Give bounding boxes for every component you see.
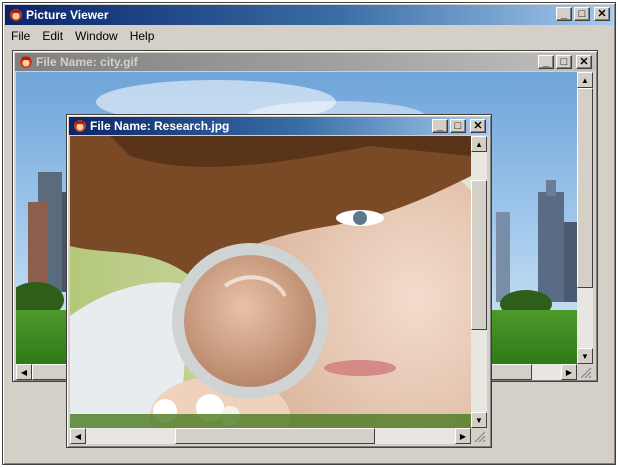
minimize-icon: _	[542, 55, 550, 68]
menu-help[interactable]: Help	[124, 27, 161, 45]
menu-window[interactable]: Window	[69, 27, 124, 45]
research-minimize-button[interactable]: _	[432, 119, 448, 133]
research-close-button[interactable]: ✕	[470, 119, 486, 133]
research-window-icon[interactable]	[73, 119, 87, 133]
city-resize-grip[interactable]	[577, 364, 593, 380]
research-horizontal-thumb[interactable]	[175, 428, 375, 444]
picture-viewer-app-window: Picture Viewer _ □ ✕ File Edit Window He…	[2, 2, 616, 465]
city-scroll-right-button[interactable]: ▶	[561, 364, 577, 380]
app-maximize-button[interactable]: □	[574, 7, 590, 21]
maximize-icon: □	[454, 119, 462, 132]
city-scroll-left-button[interactable]: ◀	[16, 364, 32, 380]
research-scroll-right-button[interactable]: ▶	[455, 428, 471, 444]
city-window-icon[interactable]	[19, 55, 33, 69]
city-minimize-button[interactable]: _	[538, 55, 554, 69]
research-maximize-button[interactable]: □	[450, 119, 466, 133]
app-titlebar[interactable]: Picture Viewer _ □ ✕	[5, 5, 613, 25]
maximize-icon: □	[578, 7, 586, 20]
close-icon: ✕	[579, 55, 589, 68]
research-image	[70, 136, 471, 428]
research-window-title: File Name: Research.jpg	[90, 119, 230, 133]
close-icon: ✕	[473, 119, 483, 132]
city-titlebar[interactable]: File Name: city.gif _ □ ✕	[15, 53, 595, 71]
research-horizontal-scrollbar[interactable]: ◀ ▶	[70, 428, 471, 444]
minimize-icon: _	[560, 7, 568, 20]
research-resize-grip[interactable]	[471, 428, 487, 444]
research-scroll-left-button[interactable]: ◀	[70, 428, 86, 444]
research-scroll-up-button[interactable]: ▲	[471, 136, 487, 152]
app-icon[interactable]	[9, 8, 23, 22]
close-icon: ✕	[597, 7, 607, 20]
city-vertical-thumb[interactable]	[577, 88, 593, 288]
research-vertical-thumb[interactable]	[471, 180, 487, 330]
city-scroll-up-button[interactable]: ▲	[577, 72, 593, 88]
app-minimize-button[interactable]: _	[556, 7, 572, 21]
mdi-client-area: File Name: city.gif _ □ ✕ ▲ ▼ ◀ ▶ File N…	[5, 45, 611, 462]
city-window-title: File Name: city.gif	[36, 55, 138, 69]
city-close-button[interactable]: ✕	[576, 55, 592, 69]
research-titlebar[interactable]: File Name: Research.jpg _ □ ✕	[69, 117, 489, 135]
menu-file[interactable]: File	[5, 27, 36, 45]
research-vertical-scrollbar[interactable]: ▲ ▼	[471, 136, 487, 428]
city-vertical-scrollbar[interactable]: ▲ ▼	[577, 72, 593, 364]
app-title: Picture Viewer	[26, 8, 109, 22]
menu-edit[interactable]: Edit	[36, 27, 69, 45]
city-scroll-down-button[interactable]: ▼	[577, 348, 593, 364]
child-window-research[interactable]: File Name: Research.jpg _ □ ✕ ▲ ▼ ◀ ▶	[66, 114, 492, 448]
maximize-icon: □	[560, 55, 568, 68]
city-maximize-button[interactable]: □	[556, 55, 572, 69]
minimize-icon: _	[436, 119, 444, 132]
app-close-button[interactable]: ✕	[594, 7, 610, 21]
research-scroll-down-button[interactable]: ▼	[471, 412, 487, 428]
menu-bar: File Edit Window Help	[5, 27, 160, 45]
